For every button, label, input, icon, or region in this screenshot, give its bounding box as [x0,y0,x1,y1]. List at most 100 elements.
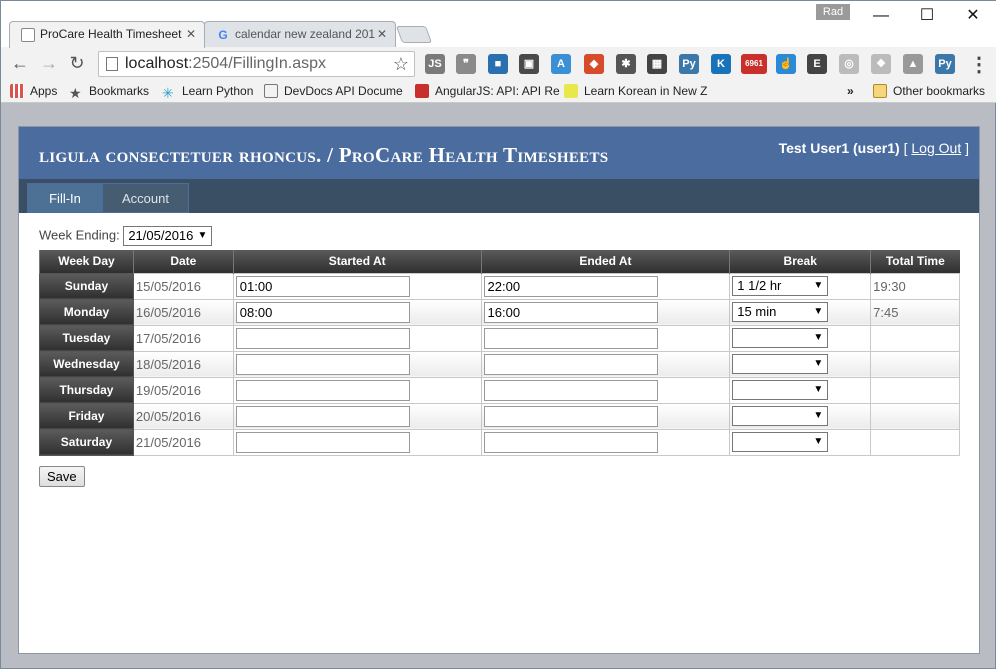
screenshot-icon[interactable]: ▣ [519,54,539,74]
break-cell: 1 1/2 hr ▼ [729,272,872,300]
angular-icon [415,84,429,98]
start-time-input[interactable] [235,327,410,349]
start-time-input[interactable] [235,431,410,453]
weekday-cell: Thursday [39,376,134,404]
bookmark-learn-korean[interactable]: Learn Korean in New Z [564,83,707,99]
color-picker-icon[interactable]: ◆ [584,54,604,74]
end-time-input[interactable] [483,353,658,375]
break-value: 15 min [737,304,777,319]
close-window-icon[interactable]: ✕ [950,1,996,31]
table-header-row: Week Day Date Started At Ended At Break … [39,250,960,273]
week-ending-select[interactable]: 21/05/2016 ▼ [123,226,213,246]
dropdown-arrow-icon: ▼ [813,332,824,343]
js-extension-icon[interactable]: JS [425,54,445,74]
python2-icon[interactable]: Py [935,54,955,74]
bug-icon[interactable]: ✱ [616,54,636,74]
break-select[interactable]: 1 1/2 hr ▼ [732,276,829,296]
end-cell [480,428,731,456]
start-cell [232,428,482,456]
korean-site-icon [564,84,578,98]
main-menu: Fill-In Account [19,179,979,213]
app-a-icon[interactable]: A [551,54,571,74]
more-bookmarks-icon[interactable]: » [847,83,854,99]
touch-icon[interactable]: ☝ [776,54,796,74]
table-row: Sunday 15/05/2016 01:00 22:00 1 1/2 hr ▼ 19:30 [39,272,960,300]
bookmarks-bar: Apps ★ Bookmarks ✳ Learn Python DevDocs AP… [1,79,996,103]
table-row: Tuesday 17/05/2016 ▼ [39,324,960,352]
k-icon[interactable]: K [711,54,731,74]
total-time-cell [870,324,960,352]
chat-icon[interactable]: ❞ [456,54,476,74]
end-cell [480,324,731,352]
drive-icon[interactable]: ▲ [903,54,923,74]
bookmark-angularjs[interactable]: AngularJS: API: API Re [415,83,560,99]
close-tab-icon[interactable]: ✕ [377,22,387,47]
tab-title: calendar new zealand 201 [235,27,376,41]
tab-calendar[interactable]: G calendar new zealand 201 ✕ [204,21,396,48]
evernote-icon[interactable]: E [807,54,827,74]
profile-badge[interactable]: Rad [816,4,850,20]
circle-icon[interactable]: ◎ [839,54,859,74]
address-bar[interactable]: localhost:2504/FillingIn.aspx ☆ [98,51,415,77]
end-time-input[interactable]: 16:00 [483,301,658,323]
qr-icon[interactable]: ▦ [647,54,667,74]
column-header: Total Time [870,250,960,273]
start-time-input[interactable]: 01:00 [235,275,410,297]
bookmark-apps[interactable]: Apps [10,83,57,99]
end-time-input[interactable] [483,379,658,401]
weekday-cell: Saturday [39,428,134,456]
devdocs-icon [264,84,278,98]
cube-icon[interactable]: ■ [488,54,508,74]
start-time-input[interactable] [235,353,410,375]
new-tab-button[interactable] [395,26,433,43]
table-row: Wednesday 18/05/2016 ▼ [39,350,960,378]
page-info-icon[interactable] [106,57,118,71]
other-bookmarks[interactable]: Other bookmarks [873,83,985,99]
start-time-input[interactable] [235,379,410,401]
menu-fill-in[interactable]: Fill-In [27,183,103,213]
break-select[interactable]: ▼ [732,406,829,426]
end-time-input[interactable] [483,405,658,427]
chrome-menu-icon[interactable]: ⋮ [969,52,989,77]
close-tab-icon[interactable]: ✕ [186,22,196,47]
bookmark-label: Other bookmarks [893,84,986,98]
break-select[interactable]: 15 min ▼ [732,302,829,322]
back-icon[interactable]: ← [8,51,32,75]
bookmark-devdocs[interactable]: DevDocs API Docume [264,83,403,99]
web-page: ligula consectetuer rhoncus. / ProCare H… [18,126,980,654]
date-cell: 15/05/2016 [132,272,234,300]
gmail-count-icon[interactable]: 6961 [741,54,767,74]
end-time-input[interactable] [483,431,658,453]
snowflake-icon: ✳ [162,85,174,101]
menu-account[interactable]: Account [102,183,189,213]
weekday-cell: Tuesday [39,324,134,352]
week-ending-value: 21/05/2016 [128,228,194,243]
forward-icon[interactable]: → [37,51,61,75]
break-value: 1 1/2 hr [737,278,782,293]
reload-icon[interactable]: ↻ [65,51,89,75]
bookmark-learn-python[interactable]: ✳ Learn Python [162,83,253,100]
python-icon[interactable]: Py [679,54,699,74]
bookmark-star-icon[interactable]: ☆ [393,52,409,76]
break-select[interactable]: ▼ [732,432,829,452]
maximize-icon[interactable]: ☐ [904,1,950,31]
break-select[interactable]: ▼ [732,380,829,400]
break-select[interactable]: ▼ [732,354,829,374]
end-time-input[interactable] [483,327,658,349]
bookmark-label: Learn Python [182,84,254,98]
date-cell: 18/05/2016 [132,350,234,378]
start-time-input[interactable] [235,405,410,427]
url-path: :2504/FillingIn.aspx [188,55,327,72]
date-cell: 16/05/2016 [132,298,234,326]
dropbox-icon[interactable]: ❖ [871,54,891,74]
tab-procare[interactable]: ProCare Health Timesheet ✕ [9,21,205,48]
bookmark-bookmarks[interactable]: ★ Bookmarks [69,83,149,100]
save-button[interactable]: Save [39,466,85,487]
break-select[interactable]: ▼ [732,328,829,348]
logout-link[interactable]: Log Out [911,140,961,156]
weekday-cell: Monday [39,298,134,326]
end-time-input[interactable]: 22:00 [483,275,658,297]
start-time-input[interactable]: 08:00 [235,301,410,323]
minimize-icon[interactable]: — [858,1,904,31]
column-header: Week Day [39,250,134,273]
